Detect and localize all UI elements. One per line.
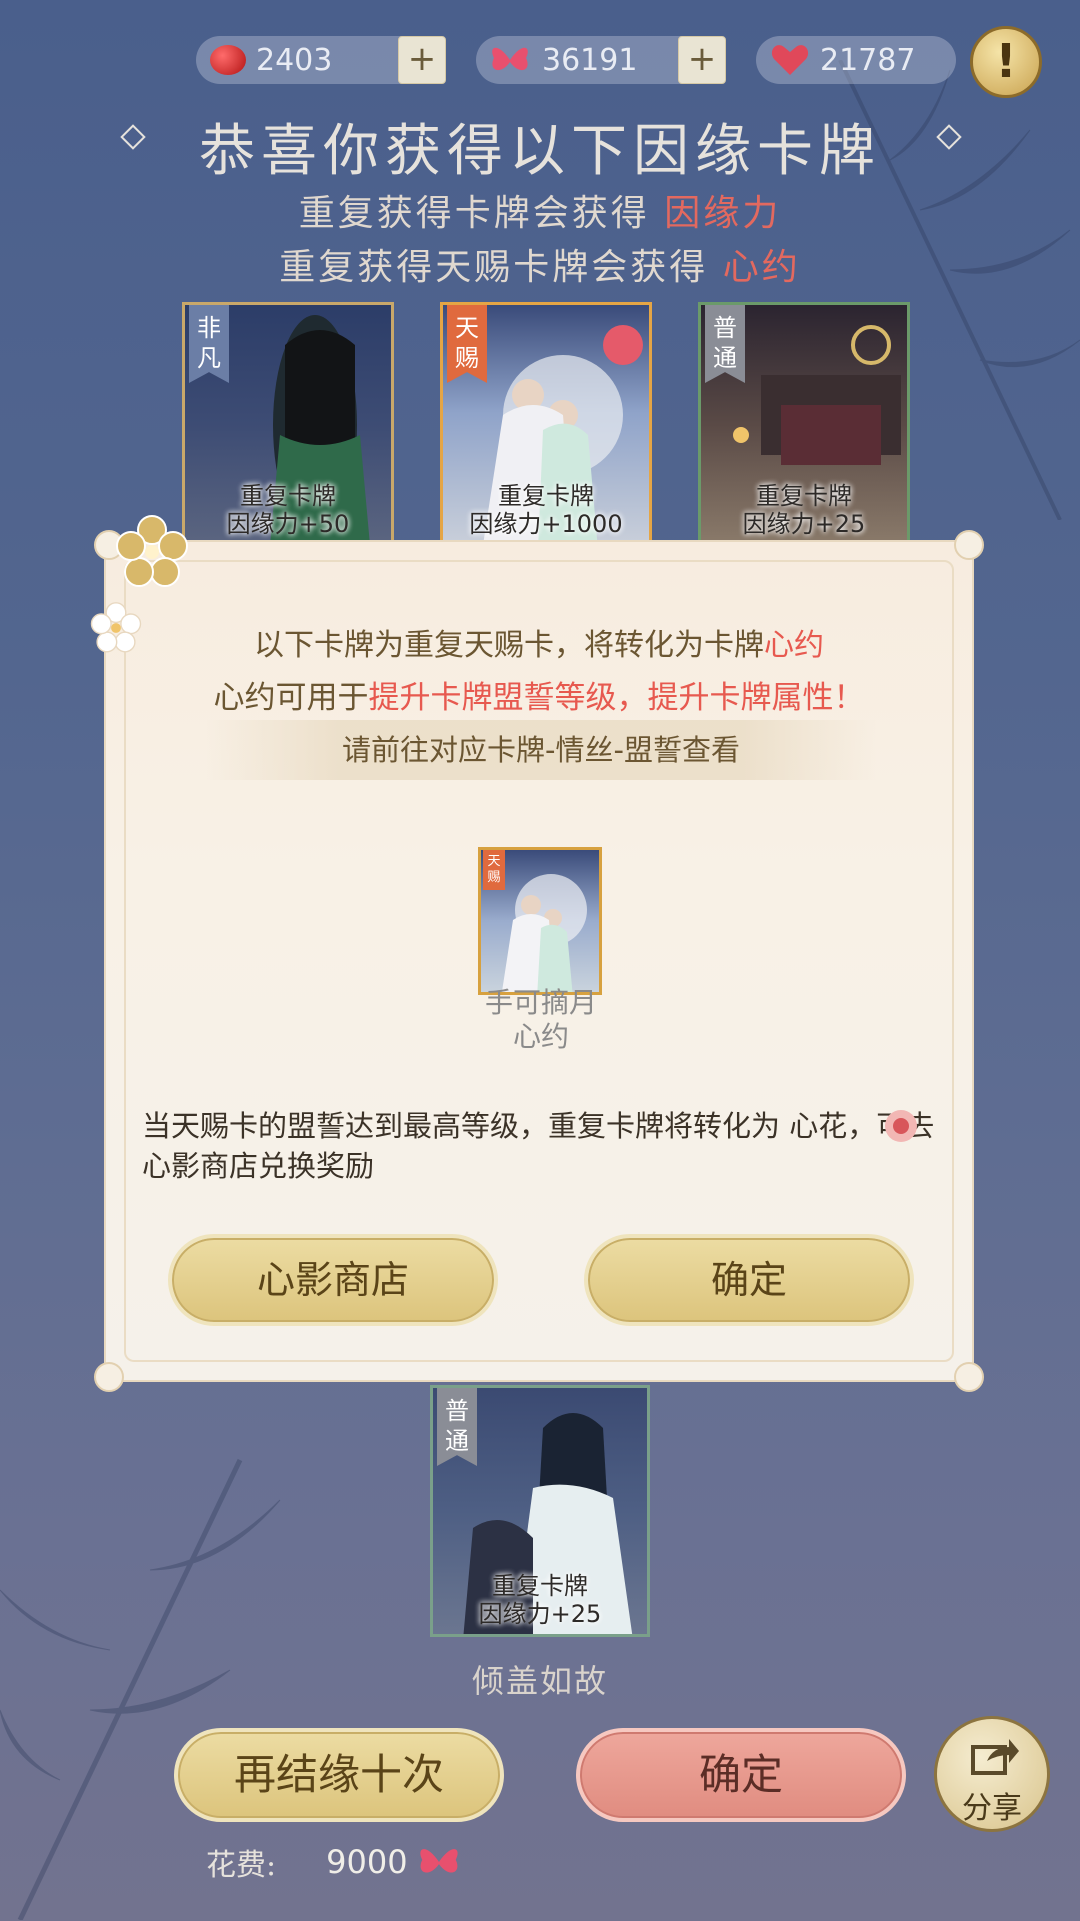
red-bean-icon xyxy=(210,45,246,75)
heart-flower-icon xyxy=(885,1110,917,1142)
converted-card-reward: 心约 xyxy=(512,1020,569,1053)
dialog-line2-text: 心约可用于 xyxy=(213,680,369,716)
confirm-button[interactable]: 确定 xyxy=(576,1728,906,1822)
dialog-hint: 请前往对应卡牌-情丝-盟誓查看 xyxy=(206,720,876,780)
dialog-corner-ornament xyxy=(954,1362,984,1392)
share-label: 分享 xyxy=(962,1791,1022,1826)
subtitle-line2: 重复获得天赐卡牌会获得 心约 xyxy=(0,238,1080,290)
cost-row: 花费: 9000 xyxy=(206,1838,462,1886)
card-caption-line1: 重复卡牌 xyxy=(240,482,336,510)
dialog-corner-ornament xyxy=(954,530,984,560)
share-button[interactable]: 分享 xyxy=(934,1716,1050,1832)
dialog-confirm-button[interactable]: 确定 xyxy=(584,1234,914,1326)
rarity-tag: 普通 xyxy=(437,1388,477,1466)
heart-icon xyxy=(771,45,809,75)
butterfly-icon xyxy=(419,1849,458,1873)
heart-value: 21787 xyxy=(820,42,916,78)
currency-heart: 21787 xyxy=(756,36,956,84)
card-tianci[interactable]: 天赐 重复卡牌 因缘力+1000 xyxy=(440,302,652,547)
card-caption-line2: 因缘力+25 xyxy=(742,510,866,538)
dialog-line2-highlight: 提升卡牌盟誓等级，提升卡牌属性！ xyxy=(368,680,865,716)
currency-butterfly: 36191 + xyxy=(476,36,726,84)
dialog-line1-highlight: 心约 xyxy=(764,628,824,663)
sakura-flower-icon xyxy=(116,515,188,587)
draw-again-button[interactable]: 再结缘十次 xyxy=(174,1728,504,1822)
card-caption-line1: 重复卡牌 xyxy=(498,482,594,510)
rarity-tag: 天赐 xyxy=(447,305,487,383)
converted-card-thumbnail[interactable]: 天赐 xyxy=(478,847,602,995)
subtitle-line1: 重复获得卡牌会获得 因缘力 xyxy=(0,184,1080,236)
subtitle-line2-highlight: 心约 xyxy=(722,247,801,288)
cost-label: 花费: xyxy=(206,1848,277,1883)
card-caption-line1: 重复卡牌 xyxy=(492,1572,588,1600)
heart-shop-button[interactable]: 心影商店 xyxy=(168,1234,498,1326)
add-butterfly-button[interactable]: + xyxy=(678,36,726,84)
subtitle-line1-highlight: 因缘力 xyxy=(664,193,782,234)
dialog-line1-text: 以下卡牌为重复天赐卡，将转化为卡牌 xyxy=(254,628,764,663)
dialog-line1: 以下卡牌为重复天赐卡，将转化为卡牌心约 xyxy=(106,620,972,664)
dialog-note: 当天赐卡的盟誓达到最高等级，重复卡牌将转化为 心花，可去心影商店兑换奖励 xyxy=(142,1109,935,1183)
butterfly-icon xyxy=(492,47,528,71)
card-bottom[interactable]: 普通 重复卡牌 因缘力+25 xyxy=(430,1385,650,1637)
add-red-bean-button[interactable]: + xyxy=(398,36,446,84)
share-icon xyxy=(971,1739,1019,1775)
card-caption-line2: 因缘力+25 xyxy=(478,1600,602,1628)
card-caption: 重复卡牌 因缘力+50 xyxy=(185,482,391,538)
card-caption: 重复卡牌 因缘力+25 xyxy=(433,1572,647,1628)
card-caption-line2: 因缘力+50 xyxy=(226,510,350,538)
card-putong[interactable]: 普通 重复卡牌 因缘力+25 xyxy=(698,302,910,547)
card-caption: 重复卡牌 因缘力+25 xyxy=(701,482,907,538)
bottom-card-name: 倾盖如故 xyxy=(471,1662,608,1700)
sakura-flower-icon xyxy=(90,602,142,653)
card-caption-line1: 重复卡牌 xyxy=(756,482,852,510)
page-title: 恭喜你获得以下因缘卡牌 xyxy=(199,119,881,184)
card-caption-line2: 因缘力+1000 xyxy=(469,510,623,538)
dialog-line2: 心约可用于提升卡牌盟誓等级，提升卡牌属性！ xyxy=(106,672,972,717)
card-feifan[interactable]: 非凡 重复卡牌 因缘力+50 xyxy=(182,302,394,547)
alert-icon-button[interactable]: ! xyxy=(970,26,1042,98)
rarity-tag: 非凡 xyxy=(189,305,229,383)
mini-card-rarity-tag: 天赐 xyxy=(483,850,505,890)
subtitle-line1-text: 重复获得卡牌会获得 xyxy=(298,193,665,234)
currency-red-bean: 2403 + xyxy=(196,36,446,84)
converted-card-name: 手可摘月 xyxy=(484,986,597,1019)
red-bean-value: 2403 xyxy=(256,42,333,78)
convert-dialog: 以下卡牌为重复天赐卡，将转化为卡牌心约 心约可用于提升卡牌盟誓等级，提升卡牌属性… xyxy=(94,530,984,1392)
cost-value: 9000 xyxy=(326,1843,408,1881)
card-caption: 重复卡牌 因缘力+1000 xyxy=(443,482,649,538)
butterfly-value: 36191 xyxy=(542,42,638,78)
rarity-tag: 普通 xyxy=(705,305,745,383)
subtitle-line2-text: 重复获得天赐卡牌会获得 xyxy=(279,247,723,288)
dialog-corner-ornament xyxy=(94,1362,124,1392)
